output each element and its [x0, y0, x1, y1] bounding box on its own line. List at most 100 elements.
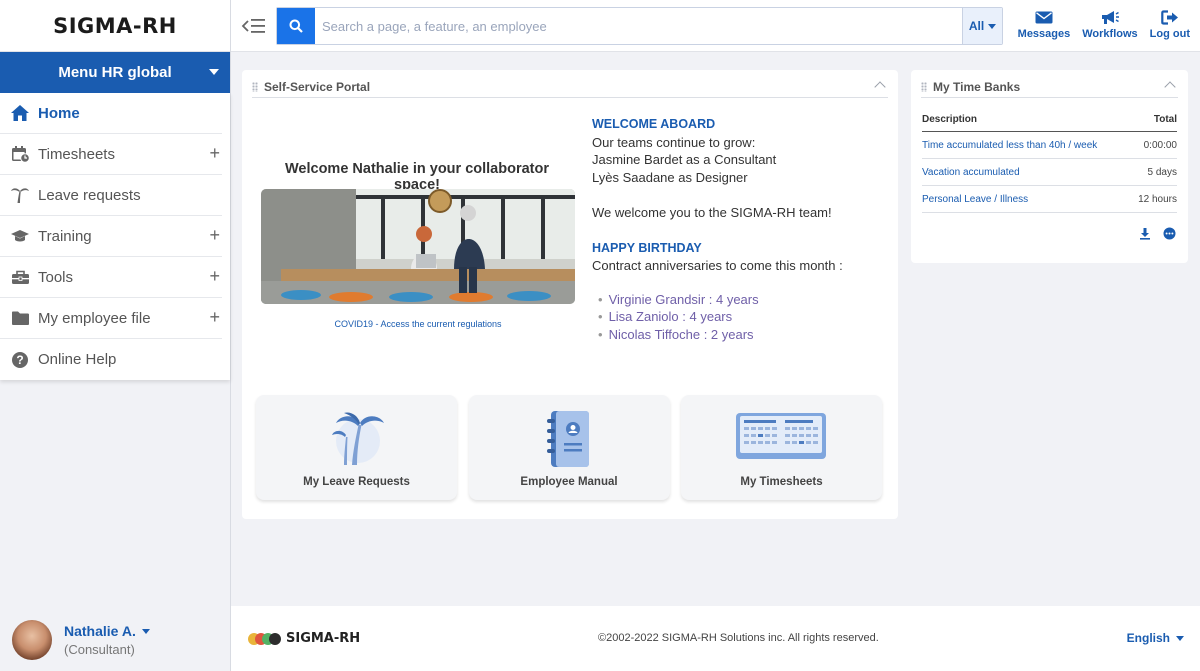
- table-row: Personal Leave / Illness 12 hours: [922, 186, 1177, 213]
- svg-text:?: ?: [16, 353, 23, 367]
- news-line: Jasmine Bardet as a Consultant: [592, 151, 892, 169]
- bank-total: 0:00:00: [1144, 140, 1177, 151]
- sidebar-item-label: Online Help: [38, 351, 116, 368]
- sidebar-item-online-help[interactable]: ? Online Help: [0, 339, 222, 380]
- messages-label: Messages: [1018, 28, 1071, 40]
- download-icon[interactable]: [1139, 227, 1151, 245]
- chevron-up-icon[interactable]: [1164, 81, 1175, 92]
- tile-employee-manual[interactable]: Employee Manual: [469, 395, 670, 500]
- collapse-menu-icon[interactable]: [241, 15, 267, 37]
- menu-selector[interactable]: Menu HR global: [0, 52, 230, 93]
- expand-plus-icon[interactable]: +: [209, 144, 220, 162]
- time-banks-header[interactable]: My Time Banks: [921, 76, 1178, 98]
- list-item: Lisa Zaniolo : 4 years: [592, 308, 892, 326]
- sidebar-item-label: Training: [38, 228, 92, 245]
- expand-plus-icon[interactable]: +: [209, 308, 220, 326]
- anniversary-list: Virginie Grandsir : 4 years Lisa Zaniolo…: [592, 291, 892, 344]
- table-header-row: Description Total: [922, 107, 1177, 132]
- welcome-aboard-heading: WELCOME ABOARD: [592, 116, 892, 134]
- drag-handle-icon[interactable]: [921, 82, 927, 92]
- bank-total: 5 days: [1148, 167, 1177, 178]
- top-bar: All Messages Workflows Log out: [231, 0, 1200, 52]
- tile-my-timesheets[interactable]: My Timesheets: [681, 395, 882, 500]
- column-header-total: Total: [1154, 114, 1177, 125]
- team-welcome-text: We welcome you to the SIGMA-RH team!: [592, 204, 892, 222]
- workflows-button[interactable]: Workflows: [1082, 10, 1137, 40]
- search-input[interactable]: [315, 8, 962, 44]
- bank-description-link[interactable]: Time accumulated less than 40h / week: [922, 140, 1097, 151]
- question-circle-icon: ?: [10, 350, 30, 370]
- logout-label: Log out: [1150, 28, 1190, 40]
- top-actions: Messages Workflows Log out: [1006, 10, 1190, 40]
- envelope-icon: [1035, 10, 1053, 25]
- home-icon: [10, 103, 30, 123]
- time-banks-title: My Time Banks: [933, 80, 1020, 94]
- time-banks-table: Description Total Time accumulated less …: [922, 107, 1177, 213]
- sidebar-item-label: Tools: [38, 269, 73, 286]
- user-profile[interactable]: Nathalie A. (Consultant): [0, 609, 231, 671]
- sidebar-item-label: Leave requests: [38, 187, 141, 204]
- tile-label: My Leave Requests: [256, 476, 457, 488]
- bank-total: 12 hours: [1138, 194, 1177, 205]
- caret-down-icon: [209, 69, 219, 75]
- search-bar: All: [276, 7, 1003, 45]
- news-panel: WELCOME ABOARD Our teams continue to gro…: [592, 116, 892, 343]
- quick-access-tiles: My Leave Requests Employee Manu: [256, 395, 882, 500]
- drag-handle-icon[interactable]: [252, 82, 258, 92]
- calendar-icon: [735, 409, 829, 466]
- brand-logo[interactable]: SIGMA-RH: [0, 0, 230, 52]
- bank-description-link[interactable]: Personal Leave / Illness: [922, 194, 1028, 205]
- happy-birthday-heading: HAPPY BIRTHDAY: [592, 240, 892, 258]
- sidebar: SIGMA-RH Menu HR global Home Timesheets …: [0, 0, 231, 671]
- contact-book-icon: [541, 409, 597, 474]
- search-scope-dropdown[interactable]: All: [962, 8, 1002, 44]
- sidebar-item-home[interactable]: Home: [0, 93, 222, 134]
- palm-tree-icon: [328, 409, 386, 472]
- search-button[interactable]: [277, 8, 315, 44]
- menu-title: Menu HR global: [58, 64, 171, 81]
- calendar-clock-icon: [10, 144, 30, 164]
- language-value: English: [1127, 631, 1170, 645]
- tile-my-leave-requests[interactable]: My Leave Requests: [256, 395, 457, 500]
- sign-out-icon: [1161, 10, 1179, 25]
- news-line: Lyès Saadane as Designer: [592, 169, 892, 187]
- messages-button[interactable]: Messages: [1018, 10, 1071, 40]
- sidebar-item-timesheets[interactable]: Timesheets +: [0, 134, 222, 175]
- megaphone-icon: [1100, 10, 1120, 25]
- table-row: Time accumulated less than 40h / week 0:…: [922, 132, 1177, 159]
- office-photo: [261, 189, 575, 304]
- sidebar-item-training[interactable]: Training +: [0, 216, 222, 257]
- covid-regulations-link[interactable]: COVID19 - Access the current regulations: [261, 319, 575, 329]
- expand-plus-icon[interactable]: +: [209, 267, 220, 285]
- sidebar-item-label: Timesheets: [38, 146, 115, 163]
- chevron-up-icon[interactable]: [874, 81, 885, 92]
- avatar[interactable]: [12, 620, 52, 660]
- copyright-text: ©2002-2022 SIGMA-RH Solutions inc. All r…: [598, 632, 879, 644]
- workflows-label: Workflows: [1082, 28, 1137, 40]
- caret-down-icon: [142, 629, 150, 634]
- table-row: Vacation accumulated 5 days: [922, 159, 1177, 186]
- language-selector[interactable]: English: [1127, 631, 1184, 645]
- more-options-icon[interactable]: [1163, 227, 1176, 245]
- anniversary-intro: Contract anniversaries to come this mont…: [592, 257, 892, 275]
- sidebar-item-label: Home: [38, 105, 80, 122]
- sidebar-item-leave-requests[interactable]: Leave requests: [0, 175, 222, 216]
- user-name-menu[interactable]: Nathalie A.: [64, 623, 150, 639]
- logout-button[interactable]: Log out: [1150, 10, 1190, 40]
- sidebar-item-employee-file[interactable]: My employee file +: [0, 298, 222, 339]
- sidebar-item-tools[interactable]: Tools +: [0, 257, 222, 298]
- user-role: (Consultant): [64, 642, 150, 657]
- news-line: Our teams continue to grow:: [592, 134, 892, 152]
- user-name: Nathalie A.: [64, 623, 136, 639]
- portal-header[interactable]: Self-Service Portal: [252, 76, 888, 98]
- bank-description-link[interactable]: Vacation accumulated: [922, 167, 1020, 178]
- expand-plus-icon[interactable]: +: [209, 226, 220, 244]
- folder-icon: [10, 308, 30, 328]
- column-header-description: Description: [922, 114, 977, 125]
- time-banks-card: My Time Banks Description Total Time acc…: [911, 70, 1188, 263]
- footer-logo: SIGMA-RH: [247, 631, 360, 646]
- color-circles-icon: [247, 632, 283, 646]
- graduation-cap-icon: [10, 226, 30, 246]
- footer-brand: SIGMA-RH: [286, 631, 360, 646]
- sidebar-nav: Home Timesheets + Leave requests Trainin…: [0, 93, 230, 380]
